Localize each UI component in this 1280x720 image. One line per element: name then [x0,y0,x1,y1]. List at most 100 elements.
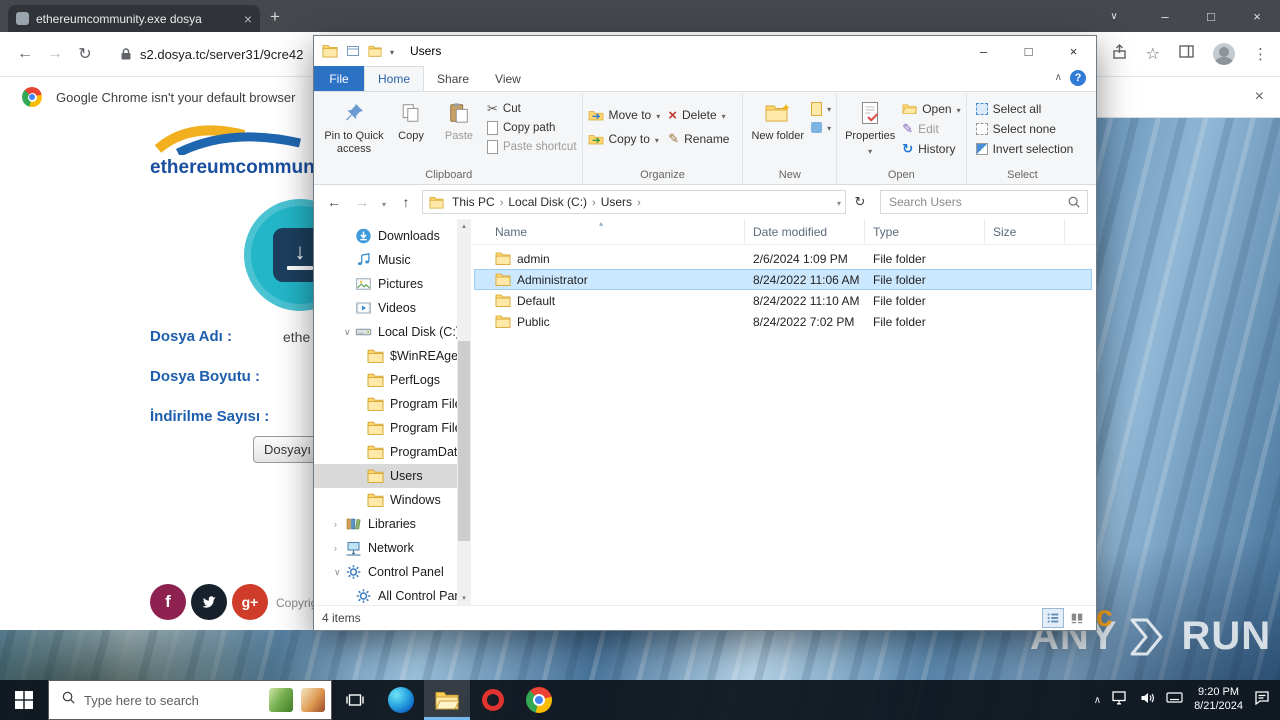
new-item-button[interactable] [811,99,831,118]
qat-dropdown-icon[interactable] [390,44,394,58]
paste-button[interactable]: Paste [435,95,483,143]
tree-item-users[interactable]: Users [314,464,471,488]
qat-new-folder-icon[interactable] [368,44,382,58]
tree-item-videos[interactable]: Videos [314,296,471,320]
explorer-maximize-button[interactable]: □ [1006,36,1051,66]
column-header-name[interactable]: Name [471,219,745,244]
nav-back-button[interactable]: ← [322,194,346,210]
taskbar-opera-icon[interactable] [470,680,516,720]
side-panel-icon[interactable] [1178,43,1195,65]
properties-button[interactable]: Properties [842,95,898,157]
tree-expand-icon[interactable]: ∨ [344,327,355,338]
tree-item-pictures[interactable]: Pictures [314,272,471,296]
easy-access-button[interactable] [811,118,831,137]
volume-icon[interactable] [1140,691,1155,710]
twitter-icon[interactable] [191,584,227,620]
explorer-minimize-button[interactable]: – [961,36,1006,66]
tray-expand-icon[interactable]: ∧ [1094,695,1101,706]
browser-close-button[interactable]: × [1234,9,1280,24]
thumbnail-view-button[interactable] [1066,608,1088,628]
facebook-icon[interactable]: f [150,584,186,620]
column-header-type[interactable]: Type [865,219,985,244]
browser-tab[interactable]: ethereumcommunity.exe dosya × [8,5,260,32]
file-row-admin[interactable]: admin 2/6/2024 1:09 PM File folder [474,248,1092,269]
tree-item-control-panel[interactable]: ∨ Control Panel [314,560,471,584]
bookmark-star-icon[interactable]: ☆ [1146,44,1160,64]
browser-minimize-button[interactable]: – [1142,9,1188,24]
breadcrumb-segment-users[interactable]: Users [599,195,634,209]
open-button[interactable]: Open [902,99,960,119]
paste-shortcut-button[interactable]: Paste shortcut [487,137,577,156]
explorer-title-bar[interactable]: Users – □ × [314,36,1096,66]
details-view-button[interactable] [1042,608,1064,628]
search-input[interactable]: Search Users [880,190,1088,214]
explorer-close-button[interactable]: × [1051,36,1096,66]
browser-menu-icon[interactable]: ⋮ [1253,45,1268,63]
invert-selection-button[interactable]: Invert selection [975,139,1073,159]
tab-close-icon[interactable]: × [244,11,252,27]
tab-view[interactable]: View [482,67,534,91]
tree-item-libraries[interactable]: › Libraries [314,512,471,536]
edit-button[interactable]: ✎ Edit [902,119,960,139]
breadcrumb-segment-local-disk-c[interactable]: Local Disk (C:) [506,195,589,209]
scrollbar-thumb[interactable] [458,341,470,541]
touch-keyboard-icon[interactable] [1166,691,1183,709]
action-center-icon[interactable] [1254,690,1270,710]
tree-item-programdata[interactable]: ProgramData [314,440,471,464]
file-row-administrator[interactable]: Administrator 8/24/2022 11:06 AM File fold… [474,269,1092,290]
file-row-default[interactable]: Default 8/24/2022 11:10 AM File folder [474,290,1092,311]
task-view-button[interactable] [332,680,378,720]
tree-item-perflogs[interactable]: PerfLogs [314,368,471,392]
lock-icon[interactable] [118,46,134,62]
taskbar-file-explorer-icon[interactable] [424,680,470,720]
tree-item-winreagent[interactable]: $WinREAgent [314,344,471,368]
rename-button[interactable]: ✎ Rename [668,127,729,151]
reload-button[interactable]: ↻ [70,44,100,64]
tree-item-music[interactable]: Music [314,248,471,272]
breadcrumb-segment-this-pc[interactable]: This PC [450,195,497,209]
history-button[interactable]: ↻ History [902,139,960,159]
taskbar-search-input[interactable]: Type here to search [48,680,332,720]
ribbon-collapse-icon[interactable]: ∧ [1055,72,1062,83]
google-plus-icon[interactable]: g+ [232,584,268,620]
back-button[interactable]: ← [10,45,40,63]
tree-item-local-disk-c[interactable]: ∨ Local Disk (C:) [314,320,471,344]
taskbar-clock[interactable]: 9:20 PM 8/21/2024 [1194,686,1243,714]
share-icon[interactable] [1111,43,1128,65]
nav-up-button[interactable]: ↑ [394,194,418,210]
nav-forward-button[interactable]: → [350,194,374,210]
tree-expand-icon[interactable]: › [334,543,345,553]
tree-item-downloads[interactable]: Downloads [314,224,471,248]
new-folder-button[interactable]: New folder [748,95,807,143]
network-icon[interactable] [1112,690,1129,710]
tree-expand-icon[interactable]: ∨ [334,567,345,578]
tree-item-all-control-pan[interactable]: All Control Pan [314,584,471,605]
forward-button[interactable]: → [40,45,70,63]
recent-locations-dropdown[interactable] [378,194,390,210]
tree-item-program-files[interactable]: Program Files [314,416,471,440]
taskbar-edge-icon[interactable] [378,680,424,720]
address-breadcrumb-bar[interactable]: This PC › Local Disk (C:) › Users › [422,190,846,214]
qat-properties-icon[interactable] [346,44,360,58]
move-to-button[interactable]: Move to [588,103,661,127]
address-bar-url[interactable]: s2.dosya.tc/server31/9cre42 [140,47,303,62]
copy-to-button[interactable]: Copy to [588,127,661,151]
start-button[interactable] [0,680,48,720]
search-highlight-image-1[interactable] [269,688,293,712]
browser-maximize-button[interactable]: □ [1188,9,1234,24]
tree-expand-icon[interactable]: › [334,519,345,529]
profile-avatar[interactable] [1213,43,1235,65]
scrollbar-up-icon[interactable] [457,219,471,233]
delete-button[interactable]: × Delete [668,103,729,127]
tree-item-network[interactable]: › Network [314,536,471,560]
tree-item-windows[interactable]: Windows [314,488,471,512]
copy-button[interactable]: Copy [387,95,435,143]
cut-button[interactable]: ✂ Cut [487,99,577,118]
search-icon[interactable] [1067,195,1081,209]
column-header-date-modified[interactable]: Date modified [745,219,865,244]
file-row-public[interactable]: Public 8/24/2022 7:02 PM File folder [474,311,1092,332]
copy-path-button[interactable]: Copy path [487,118,577,137]
address-history-dropdown-icon[interactable] [837,195,841,209]
tab-file[interactable]: File [314,66,364,91]
scrollbar-down-icon[interactable] [457,591,471,605]
